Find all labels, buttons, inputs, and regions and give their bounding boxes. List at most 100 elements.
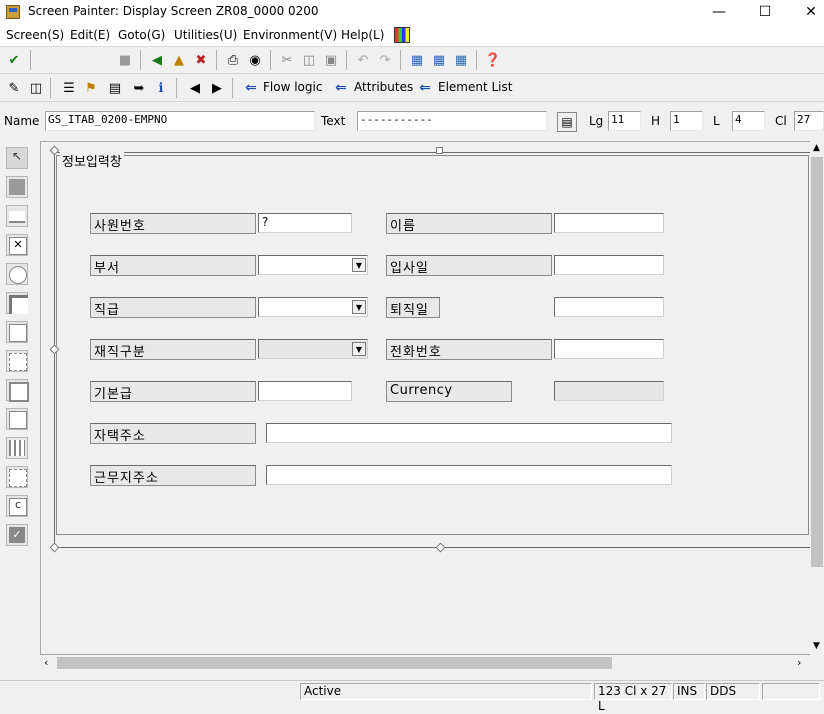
previous-icon[interactable]: ◀ bbox=[186, 79, 204, 97]
menu-help[interactable]: Help(L) bbox=[341, 28, 384, 42]
palette-checkbox-icon[interactable]: ✕ bbox=[6, 234, 28, 256]
employee-name-field[interactable] bbox=[554, 213, 664, 233]
palette-table-wizard-icon[interactable] bbox=[6, 466, 28, 488]
horizontal-scrollbar[interactable]: ‹ › bbox=[41, 655, 810, 671]
rank-label[interactable]: 직급 bbox=[90, 297, 256, 318]
menu-environment[interactable]: Environment(V) bbox=[243, 28, 337, 42]
menu-edit[interactable]: Edit(E) bbox=[70, 28, 110, 42]
change-display-icon[interactable]: ✎ bbox=[5, 79, 23, 97]
rank-dropdown[interactable]: ▼ bbox=[258, 297, 368, 317]
palette-text-field-icon[interactable] bbox=[6, 176, 28, 198]
hire-date-field[interactable] bbox=[554, 255, 664, 275]
menu-screen[interactable]: Screen(S) bbox=[6, 28, 64, 42]
dict-fields-icon[interactable]: ▤ bbox=[106, 79, 124, 97]
work-address-label[interactable]: 근무지주소 bbox=[90, 465, 256, 486]
scroll-down-icon[interactable]: ▼ bbox=[813, 641, 820, 651]
other-object-icon[interactable]: ◫ bbox=[27, 79, 45, 97]
chevron-down-icon[interactable]: ▼ bbox=[352, 258, 366, 272]
cancel-icon[interactable]: ✖ bbox=[192, 51, 210, 69]
maximize-button[interactable]: ☐ bbox=[742, 0, 788, 24]
name-field-label[interactable]: 이름 bbox=[386, 213, 552, 234]
palette-input-field-icon[interactable] bbox=[6, 205, 28, 227]
info-icon[interactable]: ℹ bbox=[152, 79, 170, 97]
graphic-icon[interactable]: ▦ bbox=[430, 51, 448, 69]
back-icon[interactable]: ◀ bbox=[148, 51, 166, 69]
close-window-button[interactable]: ✕ bbox=[788, 0, 824, 24]
enter-icon[interactable]: ✔ bbox=[5, 51, 23, 69]
title-bar: Screen Painter: Display Screen ZR08_0000… bbox=[0, 0, 824, 24]
element-list-button[interactable]: Element List bbox=[438, 80, 512, 94]
palette-custom-control-icon[interactable]: C bbox=[6, 495, 28, 517]
retire-date-field[interactable] bbox=[554, 297, 664, 317]
palette-pushbutton-icon[interactable] bbox=[6, 292, 28, 314]
text-field[interactable]: ----------- bbox=[357, 111, 547, 131]
horizontal-scroll-thumb[interactable] bbox=[57, 657, 612, 669]
redo-icon[interactable]: ↷ bbox=[376, 51, 394, 69]
save-icon[interactable]: ■ bbox=[116, 51, 134, 69]
phone-field[interactable] bbox=[554, 339, 664, 359]
currency-label[interactable]: Currency bbox=[386, 381, 512, 402]
undo-icon[interactable]: ↶ bbox=[354, 51, 372, 69]
department-dropdown[interactable]: ▼ bbox=[258, 255, 368, 275]
scroll-up-icon[interactable]: ▲ bbox=[813, 143, 820, 153]
paste-icon[interactable]: ▣ bbox=[322, 51, 340, 69]
flow-logic-arrow-icon: ⇐ bbox=[245, 80, 257, 96]
hire-date-label[interactable]: 입사일 bbox=[386, 255, 552, 276]
attributes-arrow-icon: ⇐ bbox=[335, 80, 347, 96]
employee-number-field[interactable]: ? bbox=[258, 213, 352, 233]
flow-logic-button[interactable]: Flow logic bbox=[263, 80, 322, 94]
layout-icon[interactable]: ▦ bbox=[408, 51, 426, 69]
h-field[interactable]: 1 bbox=[670, 111, 703, 131]
exit-icon[interactable]: ▲ bbox=[170, 51, 188, 69]
phone-label[interactable]: 전화번호 bbox=[386, 339, 552, 360]
properties-icon[interactable]: ▤ bbox=[557, 112, 577, 132]
screen-icon[interactable]: ▦ bbox=[452, 51, 470, 69]
palette-tabstrip-icon[interactable] bbox=[6, 321, 28, 343]
scroll-left-icon[interactable]: ‹ bbox=[44, 656, 48, 669]
l-field[interactable]: 4 bbox=[732, 111, 765, 131]
layout-menu-icon[interactable] bbox=[394, 27, 410, 43]
employment-status-label[interactable]: 재직구분 bbox=[90, 339, 256, 360]
resize-handle[interactable] bbox=[436, 147, 443, 154]
currency-field[interactable] bbox=[554, 381, 664, 401]
vertical-scroll-thumb[interactable] bbox=[811, 157, 823, 567]
palette-tabstrip-wizard-icon[interactable] bbox=[6, 350, 28, 372]
cut-icon[interactable]: ✂ bbox=[278, 51, 296, 69]
chevron-down-icon[interactable]: ▼ bbox=[352, 300, 366, 314]
minimize-button[interactable]: — bbox=[696, 0, 742, 24]
employment-status-dropdown[interactable]: ▼ bbox=[258, 339, 368, 359]
work-address-field[interactable] bbox=[266, 465, 672, 485]
home-address-label[interactable]: 자택주소 bbox=[90, 423, 256, 444]
cl-label: Cl bbox=[775, 114, 787, 128]
menu-utilities[interactable]: Utilities(U) bbox=[174, 28, 237, 42]
palette-status-icon[interactable]: ✓ bbox=[6, 524, 28, 546]
chevron-down-icon[interactable]: ▼ bbox=[352, 342, 366, 356]
palette-table-control-icon[interactable] bbox=[6, 437, 28, 459]
palette-pointer-icon[interactable]: ↖ bbox=[6, 147, 28, 169]
where-used-icon[interactable]: ⚑ bbox=[82, 79, 100, 97]
attributes-button[interactable]: Attributes bbox=[354, 80, 413, 94]
base-salary-field[interactable] bbox=[258, 381, 352, 401]
print-icon[interactable]: ⎙ bbox=[224, 51, 242, 69]
name-field[interactable]: GS_ITAB_0200-EMPNO bbox=[45, 111, 315, 131]
next-icon[interactable]: ▶ bbox=[208, 79, 226, 97]
employee-number-label[interactable]: 사원번호 bbox=[90, 213, 256, 234]
copy-icon[interactable]: ◫ bbox=[300, 51, 318, 69]
move-icon[interactable]: ➥ bbox=[130, 79, 148, 97]
base-salary-label[interactable]: 기본급 bbox=[90, 381, 256, 402]
home-address-field[interactable] bbox=[266, 423, 672, 443]
palette-radio-icon[interactable] bbox=[6, 263, 28, 285]
help-icon[interactable]: ❓ bbox=[484, 51, 502, 69]
lg-field[interactable]: 11 bbox=[608, 111, 641, 131]
hierarchy-icon[interactable]: ☰ bbox=[60, 79, 78, 97]
scroll-right-icon[interactable]: › bbox=[797, 656, 801, 669]
palette-subscreen-icon[interactable] bbox=[6, 408, 28, 430]
retire-date-label[interactable]: 퇴직일 bbox=[386, 297, 440, 318]
menu-bar: Screen(S) Edit(E) Goto(G) Utilities(U) E… bbox=[0, 24, 824, 47]
find-icon[interactable]: ◉ bbox=[246, 51, 264, 69]
palette-box-icon[interactable] bbox=[6, 379, 29, 402]
cl-field[interactable]: 27 bbox=[794, 111, 824, 131]
vertical-scrollbar[interactable]: ▲ ▼ bbox=[810, 141, 824, 655]
department-label[interactable]: 부서 bbox=[90, 255, 256, 276]
menu-goto[interactable]: Goto(G) bbox=[118, 28, 165, 42]
